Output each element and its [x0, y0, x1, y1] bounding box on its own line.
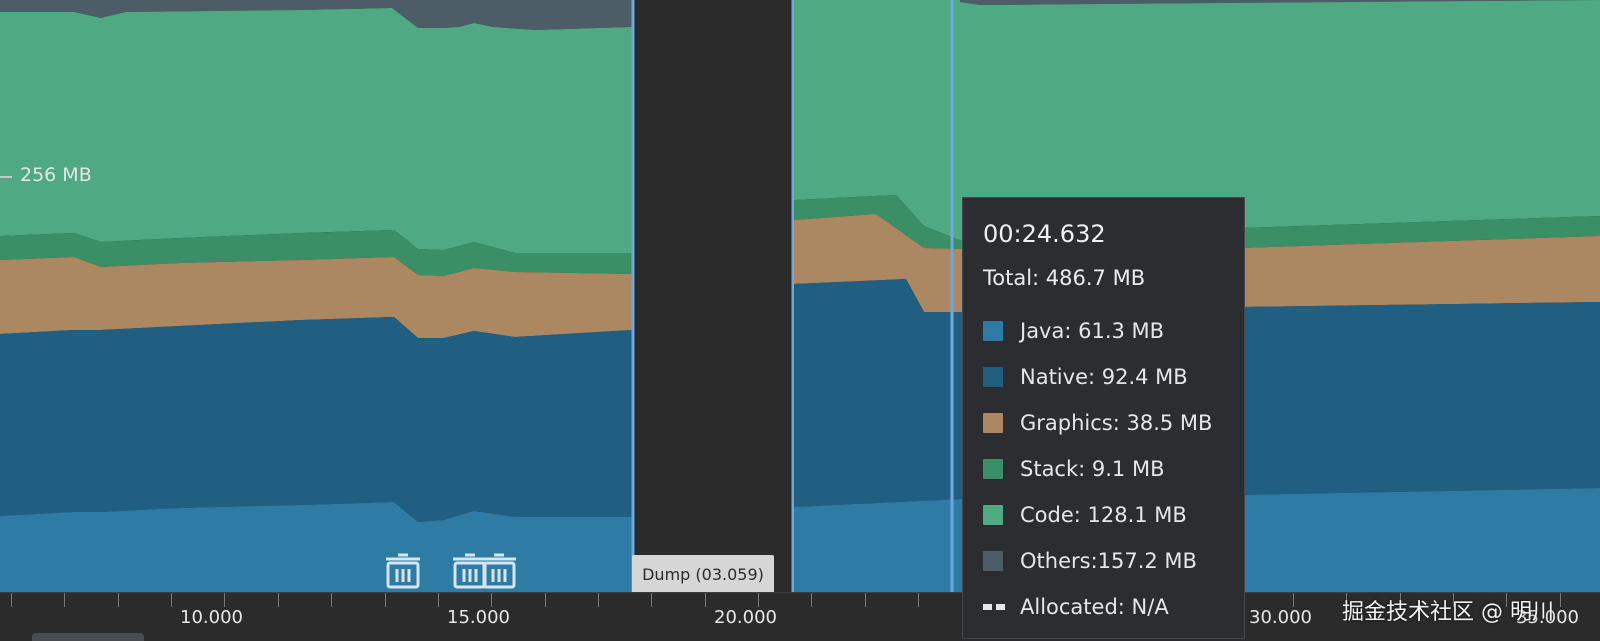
minor-tick: [278, 593, 279, 607]
tick-label-10: 10.000: [180, 607, 243, 628]
tooltip-time: 00:24.632: [983, 220, 1106, 248]
tick-label-15: 15.000: [447, 607, 510, 628]
area-code: [0, 8, 632, 253]
minor-tick: [1560, 593, 1561, 607]
minor-tick: [705, 593, 706, 607]
others-swatch-icon: [983, 551, 1003, 571]
tooltip-row-label: Allocated: N/A: [1020, 595, 1169, 619]
minor-tick: [331, 593, 332, 607]
minor-tick: [491, 593, 492, 607]
watermark: 掘金技术社区 @ 明川: [1342, 600, 1554, 625]
minor-tick: [651, 593, 652, 607]
dashed-line-icon: [983, 604, 1005, 610]
tooltip-row-code: Code: 128.1 MB: [983, 492, 1224, 538]
minor-tick: [598, 593, 599, 607]
minor-tick: [1293, 593, 1294, 607]
minor-tick: [865, 593, 866, 607]
tooltip-row-label: Stack: 9.1 MB: [1020, 457, 1165, 481]
minor-tick: [811, 593, 812, 607]
chart-segment-left: [0, 0, 632, 592]
tooltip-row-allocated: Allocated: N/A: [983, 584, 1224, 630]
tick-label-30: 30.000: [1249, 607, 1312, 628]
tooltip-row-java: Java: 61.3 MB: [983, 308, 1224, 354]
tooltip-row-native: Native: 92.4 MB: [983, 354, 1224, 400]
minor-tick: [545, 593, 546, 607]
minor-tick: [438, 593, 439, 607]
y-axis-tick: [0, 176, 12, 178]
heap-dump-band[interactable]: [632, 0, 794, 592]
tooltip-row-label: Others:157.2 MB: [1020, 549, 1197, 573]
heap-dump-label[interactable]: Dump (03.059): [632, 555, 774, 593]
memory-tooltip: 00:24.632 Total: 486.7 MB Java: 61.3 MB …: [962, 197, 1245, 639]
native-swatch-icon: [983, 367, 1003, 387]
minor-tick: [171, 593, 172, 607]
tick-label-20: 20.000: [714, 607, 777, 628]
trash-icon[interactable]: [384, 553, 422, 591]
area-native: [0, 317, 632, 522]
y-axis-label: 256 MB: [20, 164, 92, 186]
graphics-swatch-icon: [983, 413, 1003, 433]
tooltip-row-label: Graphics: 38.5 MB: [1020, 411, 1213, 435]
code-swatch-icon: [983, 505, 1003, 525]
tooltip-row-label: Native: 92.4 MB: [1020, 365, 1188, 389]
stack-swatch-icon: [983, 459, 1003, 479]
tooltip-row-stack: Stack: 9.1 MB: [983, 446, 1224, 492]
minor-tick: [385, 593, 386, 607]
tooltip-row-graphics: Graphics: 38.5 MB: [983, 400, 1224, 446]
java-swatch-icon: [983, 321, 1003, 341]
minor-tick: [64, 593, 65, 607]
minor-tick: [224, 593, 225, 607]
tooltip-row-label: Java: 61.3 MB: [1020, 319, 1165, 343]
minor-tick: [918, 593, 919, 607]
minor-tick: [758, 593, 759, 607]
trash-icon[interactable]: [480, 553, 518, 591]
minor-tick: [11, 593, 12, 607]
tooltip-total: Total: 486.7 MB: [983, 266, 1146, 290]
tooltip-row-others: Others:157.2 MB: [983, 538, 1224, 584]
minor-tick: [118, 593, 119, 607]
memory-chart[interactable]: [0, 0, 1600, 592]
tooltip-row-label: Code: 128.1 MB: [1020, 503, 1187, 527]
